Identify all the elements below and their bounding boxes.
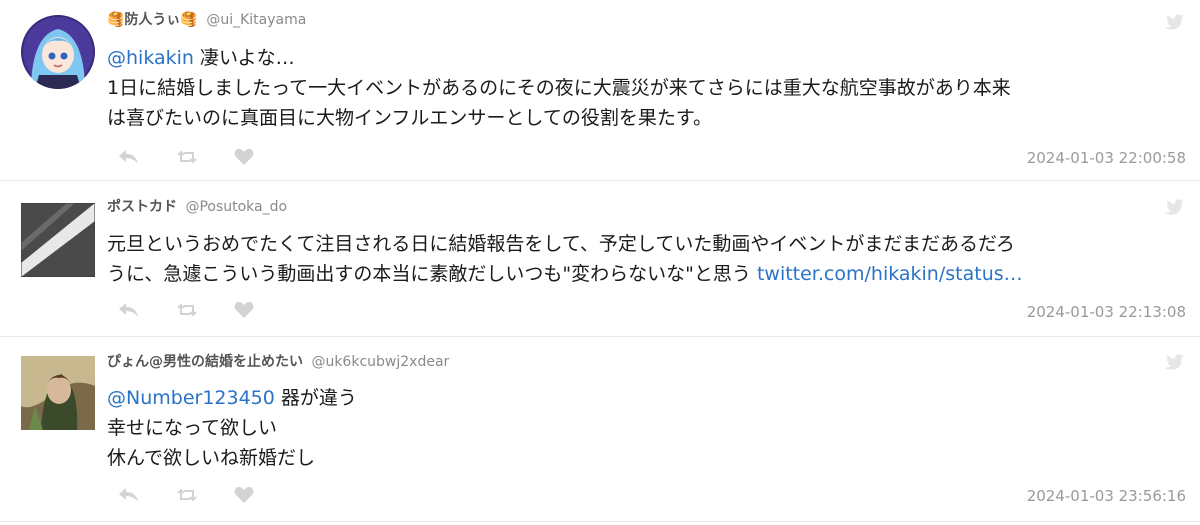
avatar[interactable] <box>21 203 95 277</box>
retweet-button[interactable] <box>176 485 234 505</box>
text-segment: うに、急遽こういう動画出すの本当に素敵だしいつも"変わらないな"と思う <box>107 263 757 285</box>
user-handle[interactable]: @ui_Kitayama <box>206 12 306 28</box>
tweet-link[interactable]: twitter.com/hikakin/status… <box>757 263 1023 285</box>
tweet-actions <box>118 300 292 320</box>
retweet-button[interactable] <box>176 147 234 167</box>
display-name[interactable]: ぴょん@男性の結婚を止めたい <box>107 354 303 370</box>
tweet-text: 元旦というおめでたくて注目される日に結婚報告をして、予定していた動画やイベントが… <box>107 229 1180 289</box>
user-handle[interactable]: @uk6kcubwj2xdear <box>311 354 449 370</box>
tweet-header: ぴょん@男性の結婚を止めたい @uk6kcubwj2xdear <box>107 353 449 371</box>
like-button[interactable] <box>234 485 292 505</box>
reply-icon <box>119 488 138 502</box>
timestamp[interactable]: 2024-01-03 23:56:16 <box>1027 487 1186 505</box>
text-line: 幸せになって欲しい <box>107 417 278 439</box>
reply-button[interactable] <box>118 300 176 320</box>
like-button[interactable] <box>234 300 292 320</box>
tweet-header: ポストカド @Posutoka_do <box>107 198 287 216</box>
user-handle[interactable]: @Posutoka_do <box>185 199 287 215</box>
twitter-bird-icon[interactable] <box>1164 199 1184 215</box>
tweet-actions <box>118 485 292 505</box>
text-line: 1日に結婚しましたって一大イベントがあるのにその夜に大震災が来てさらには重大な航… <box>107 77 1011 99</box>
timestamp[interactable]: 2024-01-03 22:00:58 <box>1027 149 1186 167</box>
tweet-header: 🥞防人うぃ🥞 @ui_Kitayama <box>107 11 306 29</box>
tweet-text: @Number123450 器が違う 幸せになって欲しい 休んで欲しいね新婚だし <box>107 383 1180 473</box>
twitter-bird-icon[interactable] <box>1164 354 1184 370</box>
tweet-card: ぴょん@男性の結婚を止めたい @uk6kcubwj2xdear @Number1… <box>0 337 1200 522</box>
text-line: は喜びたいのに真面目に大物インフルエンサーとしての役割を果たす。 <box>107 107 712 129</box>
reply-icon <box>119 150 138 164</box>
timestamp[interactable]: 2024-01-03 22:13:08 <box>1027 303 1186 321</box>
like-button[interactable] <box>234 147 292 167</box>
heart-icon <box>234 148 254 165</box>
heart-icon <box>234 301 254 318</box>
text-line: 元旦というおめでたくて注目される日に結婚報告をして、予定していた動画やイベントが… <box>107 233 1015 255</box>
retweet-icon <box>177 150 197 164</box>
tweet-actions <box>118 147 292 167</box>
tweet-text: @hikakin 凄いよな… 1日に結婚しましたって一大イベントがあるのにその夜… <box>107 43 1180 133</box>
text-segment: 凄いよな… <box>193 47 295 69</box>
display-name[interactable]: ポストカド <box>107 199 177 215</box>
avatar[interactable] <box>21 356 95 430</box>
retweet-icon <box>177 303 197 317</box>
heart-icon <box>234 486 254 503</box>
display-name[interactable]: 🥞防人うぃ🥞 <box>107 12 198 28</box>
tweet-card: ポストカド @Posutoka_do 元旦というおめでたくて注目される日に結婚報… <box>0 181 1200 337</box>
reply-icon <box>119 303 138 317</box>
text-line: @hikakin 凄いよな… <box>107 43 1180 73</box>
retweet-icon <box>177 488 197 502</box>
mention-link[interactable]: @hikakin <box>107 47 194 69</box>
retweet-button[interactable] <box>176 300 234 320</box>
reply-button[interactable] <box>118 485 176 505</box>
text-line: 休んで欲しいね新婚だし <box>107 447 316 469</box>
avatar[interactable] <box>21 15 95 89</box>
mention-link[interactable]: @Number123450 <box>107 387 275 409</box>
twitter-bird-icon[interactable] <box>1164 14 1184 30</box>
tweet-card: 🥞防人うぃ🥞 @ui_Kitayama @hikakin 凄いよな… 1日に結婚… <box>0 0 1200 181</box>
text-segment: 器が違う <box>274 387 357 409</box>
reply-button[interactable] <box>118 147 176 167</box>
text-line: うに、急遽こういう動画出すの本当に素敵だしいつも"変わらないな"と思う twit… <box>107 259 1180 289</box>
text-line: @Number123450 器が違う <box>107 383 1180 413</box>
